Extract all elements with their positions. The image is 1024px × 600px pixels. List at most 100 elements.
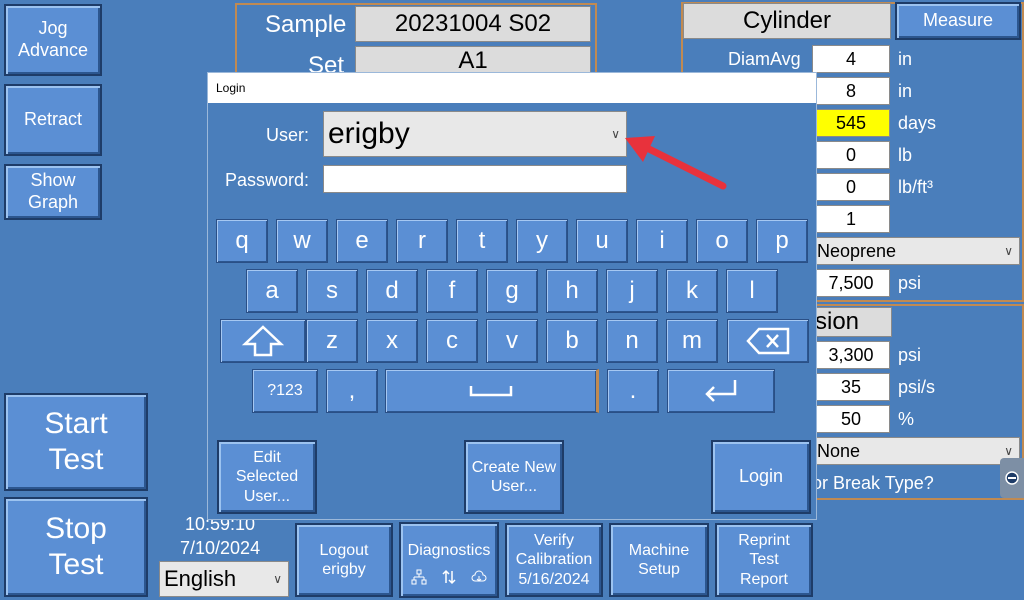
- key-w[interactable]: w: [276, 219, 328, 263]
- side-tab-handle[interactable]: [1000, 458, 1024, 498]
- percent-unit: %: [898, 409, 915, 429]
- chevron-down-icon: ∨: [1004, 444, 1013, 458]
- cloud-sync-icon: [471, 570, 487, 582]
- symbols-key[interactable]: ?123: [252, 369, 318, 413]
- login-button[interactable]: Login: [711, 440, 811, 514]
- dialog-title-bar: Login: [208, 73, 816, 103]
- age-field[interactable]: 545: [812, 109, 890, 137]
- percent-field[interactable]: 50: [812, 405, 890, 433]
- stop-test-button[interactable]: Stop Test: [4, 497, 148, 597]
- strength-unit: psi: [898, 273, 922, 293]
- key-k[interactable]: k: [666, 269, 718, 313]
- weight-field[interactable]: 0: [812, 141, 890, 169]
- tab-handle-icon: [1005, 471, 1019, 485]
- key-g[interactable]: g: [486, 269, 538, 313]
- key-j[interactable]: j: [606, 269, 658, 313]
- diam-avg-label: DiamAvg: [728, 49, 801, 69]
- logout-label: Logout erigby: [319, 541, 369, 578]
- verify-label: Verify Calibration 5/16/2024: [515, 532, 593, 588]
- key-d[interactable]: d: [366, 269, 418, 313]
- key-r[interactable]: r: [396, 219, 448, 263]
- diagnostics-button[interactable]: Diagnostics: [399, 522, 499, 598]
- enter-key[interactable]: [667, 369, 775, 413]
- space-key[interactable]: [385, 369, 599, 413]
- machine-setup-button[interactable]: Machine Setup: [609, 523, 709, 597]
- key-m[interactable]: m: [666, 319, 718, 363]
- show-graph-button[interactable]: Show Graph: [4, 164, 102, 220]
- key-c[interactable]: c: [426, 319, 478, 363]
- key-t[interactable]: t: [456, 219, 508, 263]
- shift-key[interactable]: [220, 319, 306, 363]
- logout-button[interactable]: Logout erigby: [295, 523, 393, 597]
- weight-unit: lb: [898, 145, 913, 165]
- user-value: erigby: [328, 117, 410, 150]
- cap-select[interactable]: Neoprene ∨: [812, 237, 1020, 265]
- period-key[interactable]: .: [607, 369, 659, 413]
- reprint-report-button[interactable]: Reprint Test Report: [715, 523, 813, 597]
- login-label: Login: [738, 466, 784, 487]
- break-select-value: None: [817, 440, 861, 461]
- key-b[interactable]: b: [546, 319, 598, 363]
- key-u[interactable]: u: [576, 219, 628, 263]
- symbols-key-label: ?123: [267, 382, 303, 399]
- key-l[interactable]: l: [726, 269, 778, 313]
- diam-avg-field[interactable]: 4: [812, 45, 890, 73]
- key-f[interactable]: f: [426, 269, 478, 313]
- rate-unit: psi/s: [898, 377, 936, 397]
- count-field[interactable]: 1: [812, 205, 890, 233]
- key-o[interactable]: o: [696, 219, 748, 263]
- length-unit: in: [898, 81, 913, 101]
- break-select[interactable]: None ∨: [812, 437, 1020, 465]
- language-select[interactable]: English ∨: [159, 561, 289, 597]
- stop-test-label: Stop Test: [45, 512, 107, 581]
- age-unit: days: [898, 113, 937, 133]
- key-i[interactable]: i: [636, 219, 688, 263]
- user-label: User:: [266, 125, 310, 145]
- diagnostics-label: Diagnostics: [407, 542, 491, 560]
- user-select[interactable]: erigby ∨: [323, 111, 627, 157]
- load-field[interactable]: 3,300: [812, 341, 890, 369]
- password-input[interactable]: [323, 165, 627, 193]
- edit-user-label: Edit Selected User...: [235, 449, 299, 505]
- density-field[interactable]: 0: [812, 173, 890, 201]
- key-q[interactable]: q: [216, 219, 268, 263]
- chevron-down-icon: ∨: [1004, 244, 1013, 258]
- key-s[interactable]: s: [306, 269, 358, 313]
- comma-key[interactable]: ,: [326, 369, 378, 413]
- diagnostics-icons: [411, 569, 487, 585]
- comma-key-label: ,: [348, 377, 356, 404]
- shift-icon: [241, 325, 285, 357]
- key-n[interactable]: n: [606, 319, 658, 363]
- create-user-label: Create New User...: [471, 458, 557, 495]
- sample-field[interactable]: 20231004 S02: [355, 6, 591, 42]
- jog-advance-label: Jog Advance: [17, 18, 89, 60]
- key-a[interactable]: a: [246, 269, 298, 313]
- key-y[interactable]: y: [516, 219, 568, 263]
- machine-setup-label: Machine Setup: [628, 541, 690, 578]
- key-z[interactable]: z: [306, 319, 358, 363]
- show-graph-label: Show Graph: [27, 170, 79, 212]
- key-x[interactable]: x: [366, 319, 418, 363]
- chevron-down-icon: ∨: [273, 572, 282, 586]
- transfer-arrows-icon: [442, 569, 456, 584]
- create-user-button[interactable]: Create New User...: [464, 440, 564, 514]
- cylinder-title: Cylinder: [683, 3, 891, 39]
- period-key-label: .: [629, 377, 637, 404]
- rate-field[interactable]: 35: [812, 373, 890, 401]
- sample-label: Sample: [265, 11, 347, 38]
- start-test-button[interactable]: Start Test: [4, 393, 148, 491]
- break-type-question: or Break Type?: [812, 473, 934, 493]
- length-field[interactable]: 8: [812, 77, 890, 105]
- edit-user-button[interactable]: Edit Selected User...: [217, 440, 317, 514]
- jog-advance-button[interactable]: Jog Advance: [4, 4, 102, 76]
- verify-calibration-button[interactable]: Verify Calibration 5/16/2024: [505, 523, 603, 597]
- density-unit: lb/ft³: [898, 177, 934, 197]
- key-v[interactable]: v: [486, 319, 538, 363]
- strength-field[interactable]: 7,500: [812, 269, 890, 297]
- backspace-key[interactable]: [727, 319, 809, 363]
- key-p[interactable]: p: [756, 219, 808, 263]
- measure-button[interactable]: Measure: [895, 2, 1021, 40]
- key-e[interactable]: e: [336, 219, 388, 263]
- key-h[interactable]: h: [546, 269, 598, 313]
- retract-button[interactable]: Retract: [4, 84, 102, 156]
